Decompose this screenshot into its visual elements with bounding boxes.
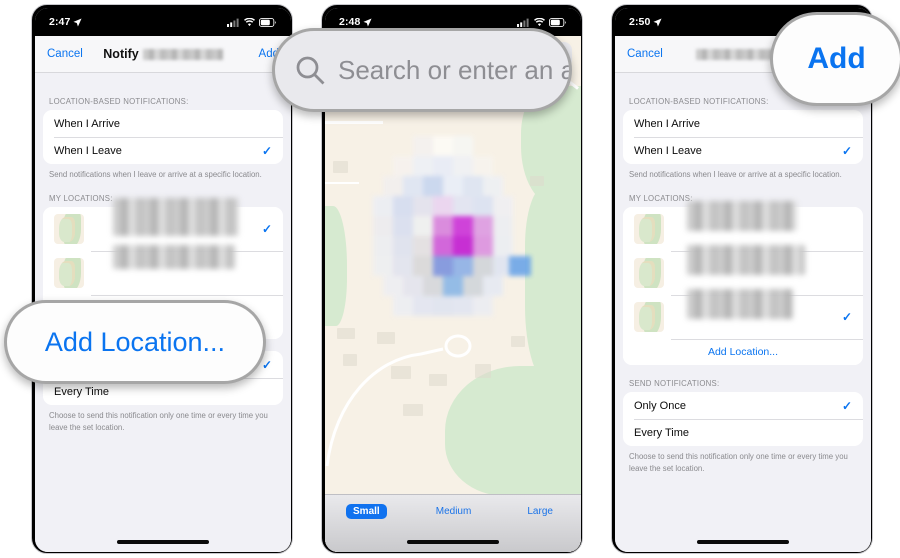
map-road [325,182,359,184]
redaction-overlay [687,201,797,231]
map-thumbnail [54,258,84,289]
status-bar: 2:47 [35,8,291,36]
map-thumbnail [634,302,664,333]
send-notifications-card: Only Once ✓ Every Time [623,392,863,447]
row-label: When I Leave [54,144,122,157]
map-building [530,176,544,186]
pixelated-location-overlay [367,128,531,316]
add-location-row[interactable]: Add Location... [623,339,863,366]
map-canvas[interactable]: Search or enter an address Legal Small M… [325,36,581,552]
section-header-location-notifications: LOCATION-BASED NOTIFICATIONS: [49,97,189,106]
status-right [517,17,567,27]
home-indicator [697,540,789,544]
home-indicator [407,540,499,544]
row-label: When I Leave [634,144,702,157]
footnote-location-notifications: Send notifications when I leave or arriv… [629,170,842,179]
status-left: 2:48 [339,16,372,28]
phone-3-content: LOCATION-BASED NOTIFICATIONS: When I Arr… [615,73,871,552]
callout-add-location-text: Add Location... [44,326,226,357]
nav-bar: Cancel Notify Add [35,36,291,73]
location-notifications-card: When I Arrive When I Leave ✓ [623,110,863,164]
map-building [333,161,348,173]
wifi-icon [244,17,255,27]
home-indicator [117,540,209,544]
map-size-selector: Small Medium Large [325,494,581,552]
battery-icon [549,17,567,27]
map-road-curve [325,334,472,467]
callout-add-button[interactable]: Add [770,12,900,106]
row-only-once[interactable]: Only Once ✓ [623,392,863,419]
map-building [391,366,411,379]
footnote-location-notifications: Send notifications when I leave or arriv… [49,170,262,179]
checkmark-icon: ✓ [841,143,852,158]
size-option-medium[interactable]: Medium [429,504,479,519]
redaction-overlay [687,245,805,275]
map-building [377,332,395,344]
location-arrow-icon [363,17,372,27]
cellular-signal-icon [517,18,530,27]
row-when-i-leave[interactable]: When I Leave ✓ [43,137,283,164]
add-location-link[interactable]: Add Location... [708,346,778,358]
map-park-area [525,186,581,386]
location-arrow-icon [653,17,662,27]
redaction-overlay [113,198,238,236]
map-building [337,328,355,339]
location-notifications-card: When I Arrive When I Leave ✓ [43,110,283,164]
checkmark-icon: ✓ [261,143,272,158]
status-right [227,17,277,27]
phone-1-screen: 2:47 Cancel Notify Add LOCATION-BASED NO… [35,8,291,552]
phone-2-content: Search or enter an address Legal Small M… [325,36,581,552]
status-time: 2:48 [339,16,361,28]
size-option-large[interactable]: Large [520,504,560,519]
map-building [403,404,423,416]
checkmark-icon: ✓ [841,310,852,325]
row-when-i-arrive[interactable]: When I Arrive [43,110,283,137]
map-thumbnail [634,214,664,245]
location-arrow-icon [73,17,82,27]
checkmark-icon: ✓ [261,357,272,372]
callout-add-text: Add [807,42,866,75]
row-label: Every Time [54,385,110,398]
cellular-signal-icon [227,18,240,27]
map-building [343,354,357,366]
status-time: 2:47 [49,16,71,28]
status-left: 2:50 [629,16,662,28]
battery-icon [259,17,277,27]
section-header-send-notifications: SEND NOTIFICATIONS: [629,379,720,389]
row-label: Only Once [634,399,686,412]
map-thumbnail [54,214,84,245]
map-building [475,364,491,378]
status-left: 2:47 [49,16,82,28]
map-thumbnail [634,258,664,289]
checkmark-icon: ✓ [841,398,852,413]
cancel-button[interactable]: Cancel [47,48,83,60]
row-label: Every Time [634,426,690,439]
phone-1-frame: 2:47 Cancel Notify Add LOCATION-BASED NO… [31,4,293,554]
checkmark-icon: ✓ [261,222,272,237]
row-when-i-arrive[interactable]: When I Arrive [623,110,863,137]
screenshot-stage: 2:47 Cancel Notify Add LOCATION-BASED NO… [0,0,900,558]
status-time: 2:50 [629,16,651,28]
row-every-time[interactable]: Every Time [623,419,863,446]
map-road [325,121,383,124]
row-when-i-leave[interactable]: When I Leave ✓ [623,137,863,164]
size-option-small[interactable]: Small [346,504,387,519]
page-title-text: Notify [103,47,139,61]
redaction-overlay [113,245,235,269]
wifi-icon [534,17,545,27]
row-label: When I Arrive [54,117,121,130]
redacted-title [142,48,223,60]
callout-add-location[interactable]: Add Location... [4,300,266,384]
redaction-overlay [687,289,793,319]
row-label: When I Arrive [634,117,701,130]
cancel-button[interactable]: Cancel [627,48,663,60]
callout-search-field[interactable]: Search or enter an ad [272,28,572,112]
footnote-send-notifications: Choose to send this notification only on… [629,452,848,473]
search-icon [295,55,325,85]
map-building [511,336,525,347]
footnote-send-notifications: Choose to send this notification only on… [49,411,268,432]
map-building [429,374,447,386]
callout-search-text: Search or enter an ad [338,54,572,85]
